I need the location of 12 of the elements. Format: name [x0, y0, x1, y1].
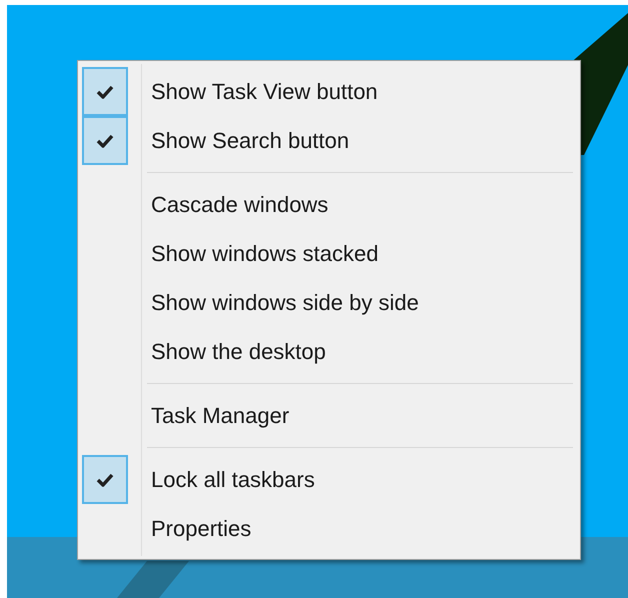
menu-item[interactable]: Show the desktop [81, 327, 577, 376]
menu-item[interactable]: Show windows stacked [81, 229, 577, 278]
checkmark-icon [96, 472, 114, 486]
checkmark-icon [96, 134, 114, 148]
menu-item[interactable]: Show Task View button [81, 67, 577, 116]
menu-item[interactable]: Task Manager [81, 391, 577, 440]
menu-item[interactable]: Show windows side by side [81, 278, 577, 327]
menu-item[interactable]: Properties [81, 504, 577, 553]
menu-item[interactable]: Cascade windows [81, 180, 577, 229]
checkmark-icon [96, 84, 114, 98]
menu-item[interactable]: Lock all taskbars [81, 455, 577, 504]
menu-item[interactable]: Show Search button [81, 116, 577, 165]
